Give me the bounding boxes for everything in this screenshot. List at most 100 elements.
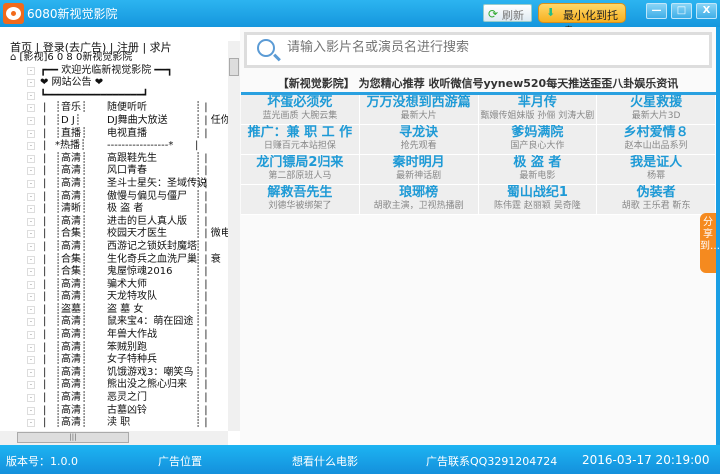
recommend-item[interactable]: 琅琊榜 胡歌主演，卫视热播剧 — [359, 185, 479, 215]
recommend-title[interactable]: 秦时明月 — [360, 155, 478, 171]
tree-item[interactable]: · | ┊高清┊ 饥饿游戏3：嘲笑鸟 ┊ | — [10, 367, 228, 380]
refresh-button[interactable]: ⟳ 刷新 — [483, 4, 532, 22]
bullet-icon: · — [27, 116, 35, 125]
tree-root[interactable]: ⌂ [影视]6 0 8 0新视觉影院 — [10, 52, 228, 65]
tree-item[interactable]: · | ┊高清┊ 恶灵之门 ┊ | — [10, 392, 228, 405]
recommend-title[interactable]: 芈月传 — [479, 95, 597, 111]
recommend-item[interactable]: 伪装者 胡歌 王乐君 靳东 — [597, 185, 716, 215]
minimize-button[interactable]: — — [646, 3, 667, 19]
tree-item[interactable]: · | ┊高清┊ 年兽大作战 ┊ | — [10, 329, 228, 342]
recommend-item[interactable]: 龙门镖局2归来 第二部原班人马 — [241, 155, 360, 185]
tree-item-title: 校园天才医生 — [107, 228, 167, 240]
close-button[interactable]: X — [696, 3, 717, 19]
tree-item[interactable]: · | ┊合集┊ 生化奇兵之血洗尸巢 ┊ | 衰 — [10, 254, 228, 267]
tree-item-extra: ┊ | — [195, 379, 208, 391]
recommend-title[interactable]: 坏蛋必须死 — [241, 95, 359, 111]
tree-item[interactable]: · | ┊高清┊ 渎 职 ┊ | — [10, 417, 228, 430]
tree-item[interactable]: · | ┊合集┊ 校园天才医生 ┊ | 微电影 — [10, 228, 240, 241]
tree-item[interactable]: · | ┊高清┊ 风口青春 ┊ | — [10, 165, 228, 178]
tree-item[interactable]: · | ┊高清┊ 傲慢与偏见与僵尸 ┊ | — [10, 191, 228, 204]
tree-item[interactable]: · ❤ 网站公告 ❤ — [10, 77, 228, 90]
recommend-title[interactable]: 龙门镖局2归来 — [241, 155, 359, 171]
recommend-item[interactable]: 推广：兼 职 工 作日赚百元本站担保 — [241, 125, 360, 155]
minimize-to-tray-button[interactable]: ⬇最小化到托盘 — [538, 3, 626, 38]
tree-item[interactable]: · | ┊高清┊ 圣斗士星矢：圣域传说 ┊ | — [10, 178, 228, 191]
tree-item[interactable]: · | ┊高清┊ 西游记之锁妖封魔塔 ┊ | — [10, 241, 228, 254]
recommend-grid: 坏蛋必须死 蓝光画质 大腕云集 万万没想到西游篇 最新大片 芈月传 甄嬛传姐妹版 孙俪 刘… — [241, 92, 716, 215]
tree-item[interactable]: · | ┊高清┊ 骗术大师 ┊ | — [10, 279, 228, 292]
request-movie-link[interactable]: 想看什么电影 — [292, 453, 358, 469]
recommend-item[interactable]: 解救吾先生 刘德华被绑架了 — [241, 185, 360, 215]
tree-item[interactable]: · | ┊盗墓┊ 盗 墓 女 ┊ | — [10, 304, 228, 317]
tree-item-title: 盗 墓 女 — [107, 303, 144, 315]
recommend-item[interactable]: 万万没想到西游篇 最新大片 — [359, 95, 479, 125]
recommend-title[interactable]: 万万没想到西游篇 — [360, 95, 478, 111]
scroll-thumb[interactable]: ||| — [17, 432, 129, 443]
ad-position-link[interactable]: 广告位置 — [158, 453, 202, 469]
tree-item-extra: ┊ | — [195, 303, 208, 315]
tree-root-label: [影视]6 0 8 0新视觉影院 — [19, 52, 133, 63]
tree-item-title: 鼠来宝4：萌在囧途 — [107, 316, 194, 328]
tree-item-category: ┊直播┊ — [55, 127, 88, 139]
recommend-title[interactable]: 乡村爱情８ — [597, 125, 715, 141]
recommend-item[interactable]: 火星救援 最新大片3D — [597, 95, 716, 125]
tree-item[interactable]: · ┏━━ 欢迎光临新视觉影院 ━━┓ — [10, 65, 228, 78]
tree-item[interactable]: · | ┊高清┊ 高跟鞋先生 ┊ | — [10, 153, 228, 166]
recommend-item[interactable]: 我是证人 杨幂 — [597, 155, 716, 185]
recommend-title[interactable]: 琅琊榜 — [360, 185, 478, 201]
tree-item[interactable]: · ┗━━━━━━━━━━━━━━━━┛ — [10, 90, 228, 103]
maximize-button[interactable]: □ — [671, 3, 692, 19]
recommend-item[interactable]: 蜀山战纪1 陈伟霆 赵丽颖 吴奇隆 — [478, 185, 598, 215]
recommend-item[interactable]: 坏蛋必须死 蓝光画质 大腕云集 — [241, 95, 360, 125]
recommend-item[interactable]: 寻龙诀 抢先观看 — [359, 125, 479, 155]
tree-item-extra: ┊ | — [195, 417, 208, 429]
recommend-item[interactable]: 乡村爱情８ 赵本山出品系列 — [597, 125, 716, 155]
tree-item[interactable]: · | ┊直播┊ 电视直播 ┊ | — [10, 128, 228, 141]
recommend-subtitle: 杨幂 — [647, 171, 666, 181]
tree-item[interactable]: · | ┊D J┊ DJ舞曲大放送 ┊ | 任你选 — [10, 114, 240, 128]
bullet-icon: · — [27, 154, 35, 163]
recommend-title[interactable]: 我是证人 — [597, 155, 715, 171]
tree-item[interactable]: · | ┊清晰┊ 极 盗 者 ┊ | — [10, 203, 228, 216]
tree-item[interactable]: · | ┊高清┊ 天龙特攻队 ┊ | — [10, 291, 228, 304]
scroll-thumb[interactable] — [229, 58, 239, 76]
tree-item[interactable]: · | ┊音乐┊ 随便听听 ┊ | — [10, 102, 228, 115]
separator: | — [43, 114, 47, 126]
recommend-title[interactable]: 推广：兼 职 工 作 — [241, 125, 359, 141]
separator: | — [43, 215, 47, 227]
tree-item[interactable]: · | *热播┊ -----------------* | — [10, 140, 228, 153]
tree-item-category: ┊高清┊ — [55, 329, 88, 341]
recommend-title[interactable]: 火星救援 — [597, 95, 715, 111]
tree-item[interactable]: · | ┊高清┊ 古墓凶铃 ┊ | — [10, 405, 228, 418]
ad-contact-link[interactable]: 广告联系QQ3291204724 — [426, 453, 557, 469]
recommend-item[interactable]: 极 盗 者最新电影 — [478, 155, 598, 185]
separator: | — [43, 379, 47, 391]
tree-item-category: ┊高清┊ — [55, 341, 88, 353]
tree-item[interactable]: · | ┊高清┊ 熊出没之熊心归来 ┊ | — [10, 379, 228, 392]
recommend-title[interactable]: 极 盗 者 — [479, 155, 597, 171]
recommend-item[interactable]: 爹妈满院 国产良心大作 — [478, 125, 598, 155]
tree-item[interactable]: · | ┊高清┊ 笨贼别跑 ┊ | — [10, 342, 228, 355]
tree-item-category: ┊D J┊ — [55, 114, 81, 126]
tree-item-title: 女子特种兵 — [107, 354, 157, 366]
app-logo-icon — [3, 3, 24, 24]
tree-item[interactable]: · | ┊合集┊ 鬼屋惊魂2016 ┊ | — [10, 266, 228, 279]
tree-item[interactable]: · | ┊高清┊ 鼠来宝4：萌在囧途 ┊ | — [10, 316, 228, 329]
search-icon[interactable] — [257, 39, 275, 57]
recommend-item[interactable]: 秦时明月 最新神话剧 — [359, 155, 479, 185]
tree-item-extra: ┊ | — [195, 152, 208, 164]
recommend-title[interactable]: 解救吾先生 — [241, 185, 359, 201]
search-input[interactable] — [287, 40, 687, 55]
recommend-title[interactable]: 寻龙诀 — [360, 125, 478, 141]
recommend-item[interactable]: 芈月传 甄嬛传姐妹版 孙俪 刘涛大剧 — [478, 95, 598, 125]
bullet-icon: · — [27, 179, 35, 188]
recommend-title[interactable]: 爹妈满院 — [479, 125, 597, 141]
tree-item[interactable]: · | ┊高清┊ 女子特种兵 ┊ | — [10, 354, 228, 367]
share-tab[interactable]: 分享到… — [700, 213, 720, 273]
tree-item[interactable]: · | ┊高清┊ 进击的巨人真人版 ┊ | — [10, 216, 228, 229]
recommend-title[interactable]: 蜀山战纪1 — [479, 185, 597, 201]
vertical-scrollbar[interactable] — [228, 41, 240, 431]
horizontal-scrollbar[interactable]: ||| — [0, 431, 228, 445]
recommend-title[interactable]: 伪装者 — [597, 185, 715, 201]
tree-item-category: ┊高清┊ — [55, 316, 88, 328]
